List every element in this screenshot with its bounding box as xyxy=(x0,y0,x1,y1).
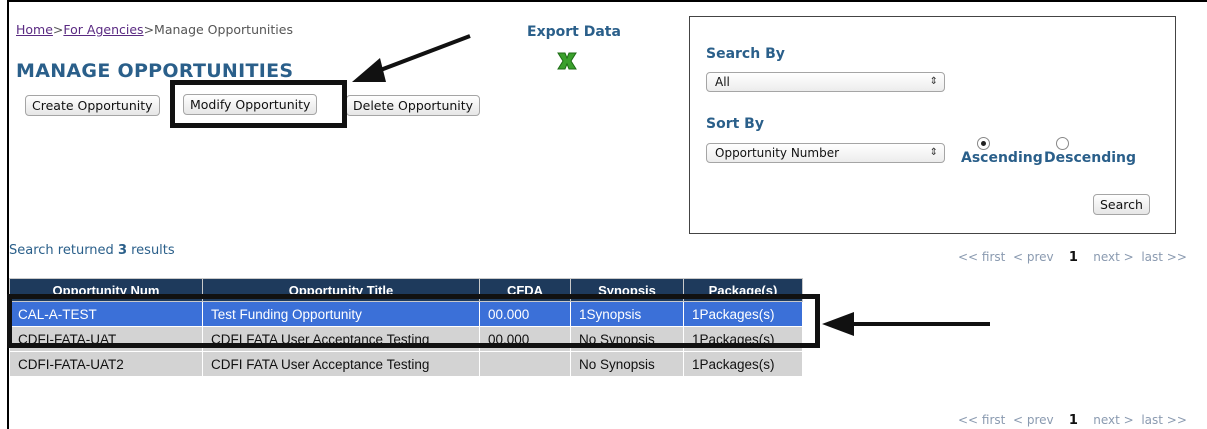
pager-last-link[interactable]: last >> xyxy=(1141,413,1187,427)
descending-radio[interactable] xyxy=(1056,137,1069,150)
export-data-link[interactable]: Export Data xyxy=(527,24,621,40)
annotation-arrow-icon xyxy=(822,312,990,336)
pager-last-link[interactable]: last >> xyxy=(1141,250,1187,264)
search-by-label: Search By xyxy=(706,46,785,62)
pager-first-link[interactable]: << first xyxy=(958,250,1005,264)
results-suffix: results xyxy=(126,243,175,258)
pager-current-page: 1 xyxy=(1068,413,1078,428)
sort-by-label: Sort By xyxy=(706,116,764,132)
breadcrumb-current: Manage Opportunities xyxy=(154,22,293,37)
pagination-bottom: << first < prev 1 next > last >> xyxy=(958,413,1187,428)
pager-first-link[interactable]: << first xyxy=(958,413,1005,427)
search-by-select[interactable]: All ⇕ xyxy=(706,72,945,92)
ascending-label: Ascending xyxy=(961,150,1043,166)
breadcrumb-home-link[interactable]: Home xyxy=(16,22,53,37)
pagination-top: << first < prev 1 next > last >> xyxy=(958,250,1187,265)
delete-opportunity-button[interactable]: Delete Opportunity xyxy=(346,95,481,116)
ascending-radio[interactable] xyxy=(977,137,990,150)
pager-prev-link[interactable]: < prev xyxy=(1013,413,1054,427)
highlight-box-row xyxy=(7,294,820,348)
breadcrumb-separator: > xyxy=(52,22,64,37)
search-by-value: All xyxy=(715,75,730,89)
cell-opportunity-title[interactable]: CDFI FATA User Acceptance Testing xyxy=(202,351,480,377)
results-prefix: Search returned xyxy=(9,243,118,258)
page-title: MANAGE OPPORTUNITIES xyxy=(16,60,294,82)
select-arrows-icon: ⇕ xyxy=(929,76,938,87)
select-arrows-icon: ⇕ xyxy=(929,147,938,158)
pager-prev-link[interactable]: < prev xyxy=(1013,250,1054,264)
results-summary: Search returned 3 results xyxy=(9,243,175,258)
cell-packages[interactable]: 1Packages(s) xyxy=(683,351,803,377)
cell-opportunity-num[interactable]: CDFI-FATA-UAT2 xyxy=(9,351,203,377)
breadcrumb-separator: > xyxy=(143,22,155,37)
excel-export-icon[interactable] xyxy=(556,50,578,72)
table-row[interactable]: CDFI-FATA-UAT2 CDFI FATA User Acceptance… xyxy=(9,351,803,377)
sort-by-value: Opportunity Number xyxy=(715,146,840,160)
pager-next-link[interactable]: next > xyxy=(1093,413,1133,427)
annotation-arrow-icon xyxy=(352,34,471,82)
create-opportunity-button[interactable]: Create Opportunity xyxy=(25,95,160,116)
search-panel: Search By All ⇕ Sort By Opportunity Numb… xyxy=(689,16,1176,234)
pager-current-page: 1 xyxy=(1068,250,1078,265)
cell-cfda xyxy=(479,351,571,377)
breadcrumb-agencies-link[interactable]: For Agencies xyxy=(63,22,143,37)
descending-label: Descending xyxy=(1044,150,1137,166)
pager-next-link[interactable]: next > xyxy=(1093,250,1133,264)
highlight-box-modify xyxy=(170,80,347,128)
search-button[interactable]: Search xyxy=(1093,194,1150,215)
results-count: 3 xyxy=(117,243,127,258)
cell-synopsis[interactable]: No Synopsis xyxy=(570,351,684,377)
sort-by-select[interactable]: Opportunity Number ⇕ xyxy=(706,143,945,163)
breadcrumb: Home>For Agencies>Manage Opportunities xyxy=(16,22,293,37)
